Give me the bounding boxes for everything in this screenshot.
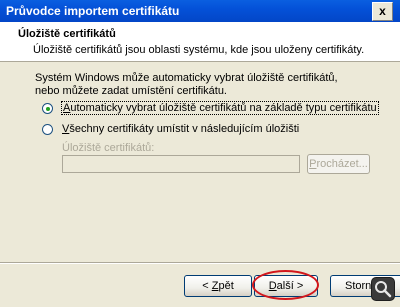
wizard-header: Úložiště certifikátů Úložiště certifikát…: [0, 22, 400, 62]
store-field-label: Úložiště certifikátů:: [62, 142, 155, 154]
close-icon: x: [379, 4, 386, 18]
intro-text: Systém Windows může automaticky vybrat ú…: [35, 72, 338, 97]
back-button[interactable]: < Zpět: [184, 275, 252, 297]
browse-button: Procházet...: [307, 154, 370, 174]
page-subtitle: Úložiště certifikátů jsou oblasti systém…: [33, 44, 365, 56]
store-field: [62, 155, 300, 173]
page-title: Úložiště certifikátů: [18, 28, 116, 40]
magnifier-icon[interactable]: [371, 277, 395, 301]
close-button[interactable]: x: [372, 2, 393, 21]
radio-manual-store[interactable]: [42, 124, 53, 135]
option-auto-select-label[interactable]: Automaticky vybrat úložiště certifikátů …: [61, 101, 379, 115]
next-button[interactable]: Další >: [254, 275, 318, 297]
title-bar: Průvodce importem certifikátu x: [0, 0, 400, 22]
window-title: Průvodce importem certifikátu: [6, 4, 180, 18]
option-manual-store-label[interactable]: Všechny certifikáty umístit v následujíc…: [62, 123, 299, 135]
radio-auto-select[interactable]: [42, 103, 53, 114]
footer-separator: [0, 262, 400, 264]
